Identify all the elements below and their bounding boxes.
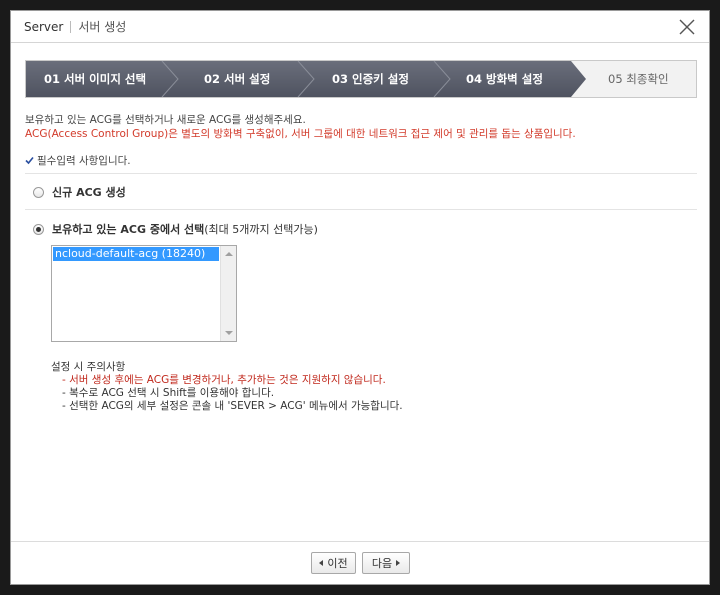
option-existing-acg[interactable]: 보유하고 있는 ACG 중에서 선택 (최대 5개까지 선택가능) bbox=[33, 221, 318, 237]
intro-text: 보유하고 있는 ACG를 선택하거나 새로운 ACG를 생성해주세요. ACG(… bbox=[25, 113, 576, 141]
wizard-step-4: 04 방화벽 설정 bbox=[466, 72, 543, 86]
caution-item: - 서버 생성 후에는 ACG를 변경하거나, 추가하는 것은 지원하지 않습니… bbox=[62, 374, 386, 386]
wizard-step-2: 02 서버 설정 bbox=[204, 72, 271, 86]
option-new-acg-label: 신규 ACG 생성 bbox=[52, 186, 126, 199]
wizard-step-1: 01 서버 이미지 선택 bbox=[44, 72, 147, 86]
option-existing-acg-hint: (최대 5개까지 선택가능) bbox=[204, 223, 318, 236]
wizard-steps: 01 서버 이미지 선택 02 서버 설정 03 인증키 설정 04 방화벽 설… bbox=[25, 60, 697, 98]
prev-button-label: 이전 bbox=[327, 557, 348, 570]
wizard-step-5: 05 최종확인 bbox=[608, 72, 669, 86]
footer-divider bbox=[11, 541, 709, 542]
title-divider bbox=[70, 20, 72, 33]
server-create-dialog: Server 서버 생성 01 서버 이미지 선택 02 서버 설정 03 인증… bbox=[10, 10, 710, 585]
option-existing-acg-label: 보유하고 있는 ACG 중에서 선택 bbox=[52, 223, 205, 236]
scroll-up-icon[interactable] bbox=[225, 252, 233, 256]
intro-line-1: 보유하고 있는 ACG를 선택하거나 새로운 ACG를 생성해주세요. bbox=[25, 114, 306, 126]
radio-existing-acg[interactable] bbox=[33, 223, 44, 235]
acg-list-item[interactable]: ncloud-default-acg (18240) bbox=[53, 247, 219, 261]
dialog-title: 서버 생성 bbox=[78, 20, 127, 34]
dialog-title-app: Server bbox=[24, 19, 64, 34]
prev-button[interactable]: 이전 bbox=[311, 552, 356, 574]
caution-item: - 선택한 ACG의 세부 설정은 콘솔 내 'SEVER > ACG' 메뉴에… bbox=[62, 400, 403, 412]
wizard-step-arrow bbox=[571, 61, 586, 97]
next-button-label: 다음 bbox=[371, 557, 393, 570]
radio-new-acg[interactable] bbox=[33, 186, 44, 198]
divider bbox=[25, 209, 697, 210]
listbox-scrollbar[interactable] bbox=[220, 246, 236, 341]
close-icon bbox=[679, 19, 695, 35]
option-new-acg[interactable]: 신규 ACG 생성 bbox=[33, 184, 126, 200]
arrow-left-icon bbox=[319, 560, 324, 566]
dialog-titlebar: Server 서버 생성 bbox=[11, 11, 709, 43]
next-button[interactable]: 다음 bbox=[362, 552, 410, 574]
wizard-step-3: 03 인증키 설정 bbox=[332, 72, 409, 86]
intro-line-2: ACG(Access Control Group)은 별도의 방화벽 구축없이,… bbox=[25, 128, 576, 140]
caution-notes: 설정 시 주의사항 - 서버 생성 후에는 ACG를 변경하거나, 추가하는 것… bbox=[51, 361, 403, 413]
caution-title: 설정 시 주의사항 bbox=[51, 361, 126, 373]
check-icon bbox=[25, 156, 34, 165]
acg-listbox[interactable]: ncloud-default-acg (18240) bbox=[51, 245, 237, 342]
required-note-text: 필수입력 사항입니다. bbox=[37, 155, 131, 167]
close-button[interactable] bbox=[677, 17, 697, 37]
scroll-down-icon[interactable] bbox=[225, 331, 233, 335]
caution-item: - 복수로 ACG 선택 시 Shift를 이용해야 합니다. bbox=[62, 387, 275, 399]
arrow-right-icon bbox=[396, 560, 401, 566]
required-note: 필수입력 사항입니다. bbox=[25, 153, 131, 168]
divider bbox=[25, 173, 697, 174]
